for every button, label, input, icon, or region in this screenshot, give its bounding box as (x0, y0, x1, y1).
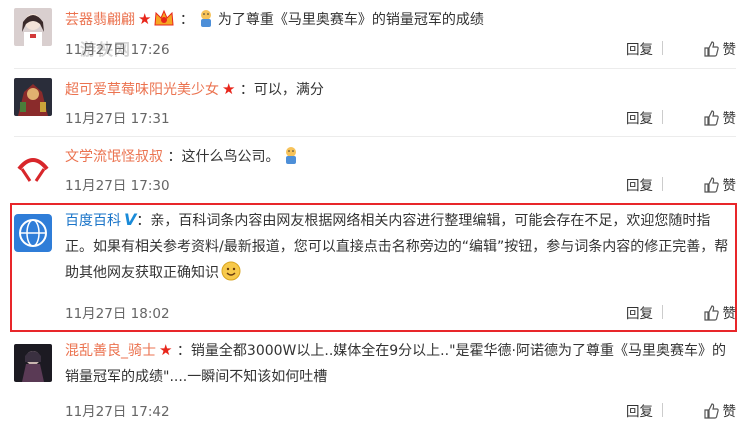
divider (14, 68, 736, 69)
like-button[interactable]: 赞 (703, 107, 737, 127)
comment-username[interactable]: 超可爱草莓味阳光美少女 (65, 82, 219, 98)
divider (662, 41, 663, 55)
like-label: 赞 (722, 178, 737, 194)
comment-text: 亲，百科词条内容由网友根据网络相关内容进行整理编辑，可能会存在不足，欢迎您随时指… (65, 213, 729, 281)
like-label: 赞 (722, 42, 737, 58)
reply-button[interactable]: 回复 (626, 400, 653, 420)
comment-username[interactable]: 文学流氓怪叔叔 (65, 149, 163, 165)
avatar[interactable] (14, 344, 52, 382)
divider (662, 403, 663, 417)
thumbs-up-icon (703, 41, 719, 57)
like-label: 赞 (722, 111, 737, 127)
comment-time: 11月27日 18:02 (65, 306, 170, 322)
star-badge-icon: ★ (159, 341, 173, 359)
pray-emoji-icon (196, 8, 216, 28)
reply-button[interactable]: 回复 (626, 174, 653, 194)
thumbs-up-icon (703, 110, 719, 126)
avatar[interactable] (14, 78, 52, 116)
thumbs-up-icon (703, 177, 719, 193)
comment-username[interactable]: 百度百科 (65, 213, 121, 229)
like-button[interactable]: 赞 (703, 174, 737, 194)
like-button[interactable]: 赞 (703, 38, 737, 58)
star-badge-icon: ★ (222, 80, 236, 98)
avatar[interactable] (14, 8, 52, 46)
comment-text: 这什么鸟公司。 (181, 149, 280, 165)
reply-button[interactable]: 回复 (626, 107, 653, 127)
comment-username[interactable]: 芸器翡翩翩 (65, 12, 135, 28)
avatar[interactable] (14, 147, 52, 185)
like-button[interactable]: 赞 (703, 302, 737, 322)
verified-badge-icon: V (124, 210, 137, 229)
comment-time: 11月27日 17:42 (65, 404, 170, 420)
avatar[interactable] (14, 214, 52, 252)
vip-badge-icon (153, 9, 175, 27)
comment-time: 11月27日 17:31 (65, 111, 170, 127)
reply-button[interactable]: 回复 (626, 38, 653, 58)
star-badge-icon: ★ (138, 10, 152, 28)
reply-button[interactable]: 回复 (626, 302, 653, 322)
thumbs-up-icon (703, 403, 719, 419)
comment-text: 可以，满分 (253, 82, 324, 98)
divider (662, 110, 663, 124)
like-button[interactable]: 赞 (703, 400, 737, 420)
divider (662, 305, 663, 319)
pray-emoji-icon (281, 145, 301, 165)
like-label: 赞 (722, 404, 737, 420)
comment-username[interactable]: 混乱善良_骑士 (65, 343, 156, 359)
thumbs-up-icon (703, 305, 719, 321)
divider (14, 136, 736, 137)
comment-time: 11月27日 17:26 (65, 42, 170, 58)
divider (662, 177, 663, 191)
smile-emoji-icon (221, 261, 241, 281)
comment-time: 11月27日 17:30 (65, 178, 170, 194)
comment-text: 为了尊重《马里奥赛车》的销量冠军的成绩 (217, 12, 484, 28)
like-label: 赞 (722, 306, 737, 322)
